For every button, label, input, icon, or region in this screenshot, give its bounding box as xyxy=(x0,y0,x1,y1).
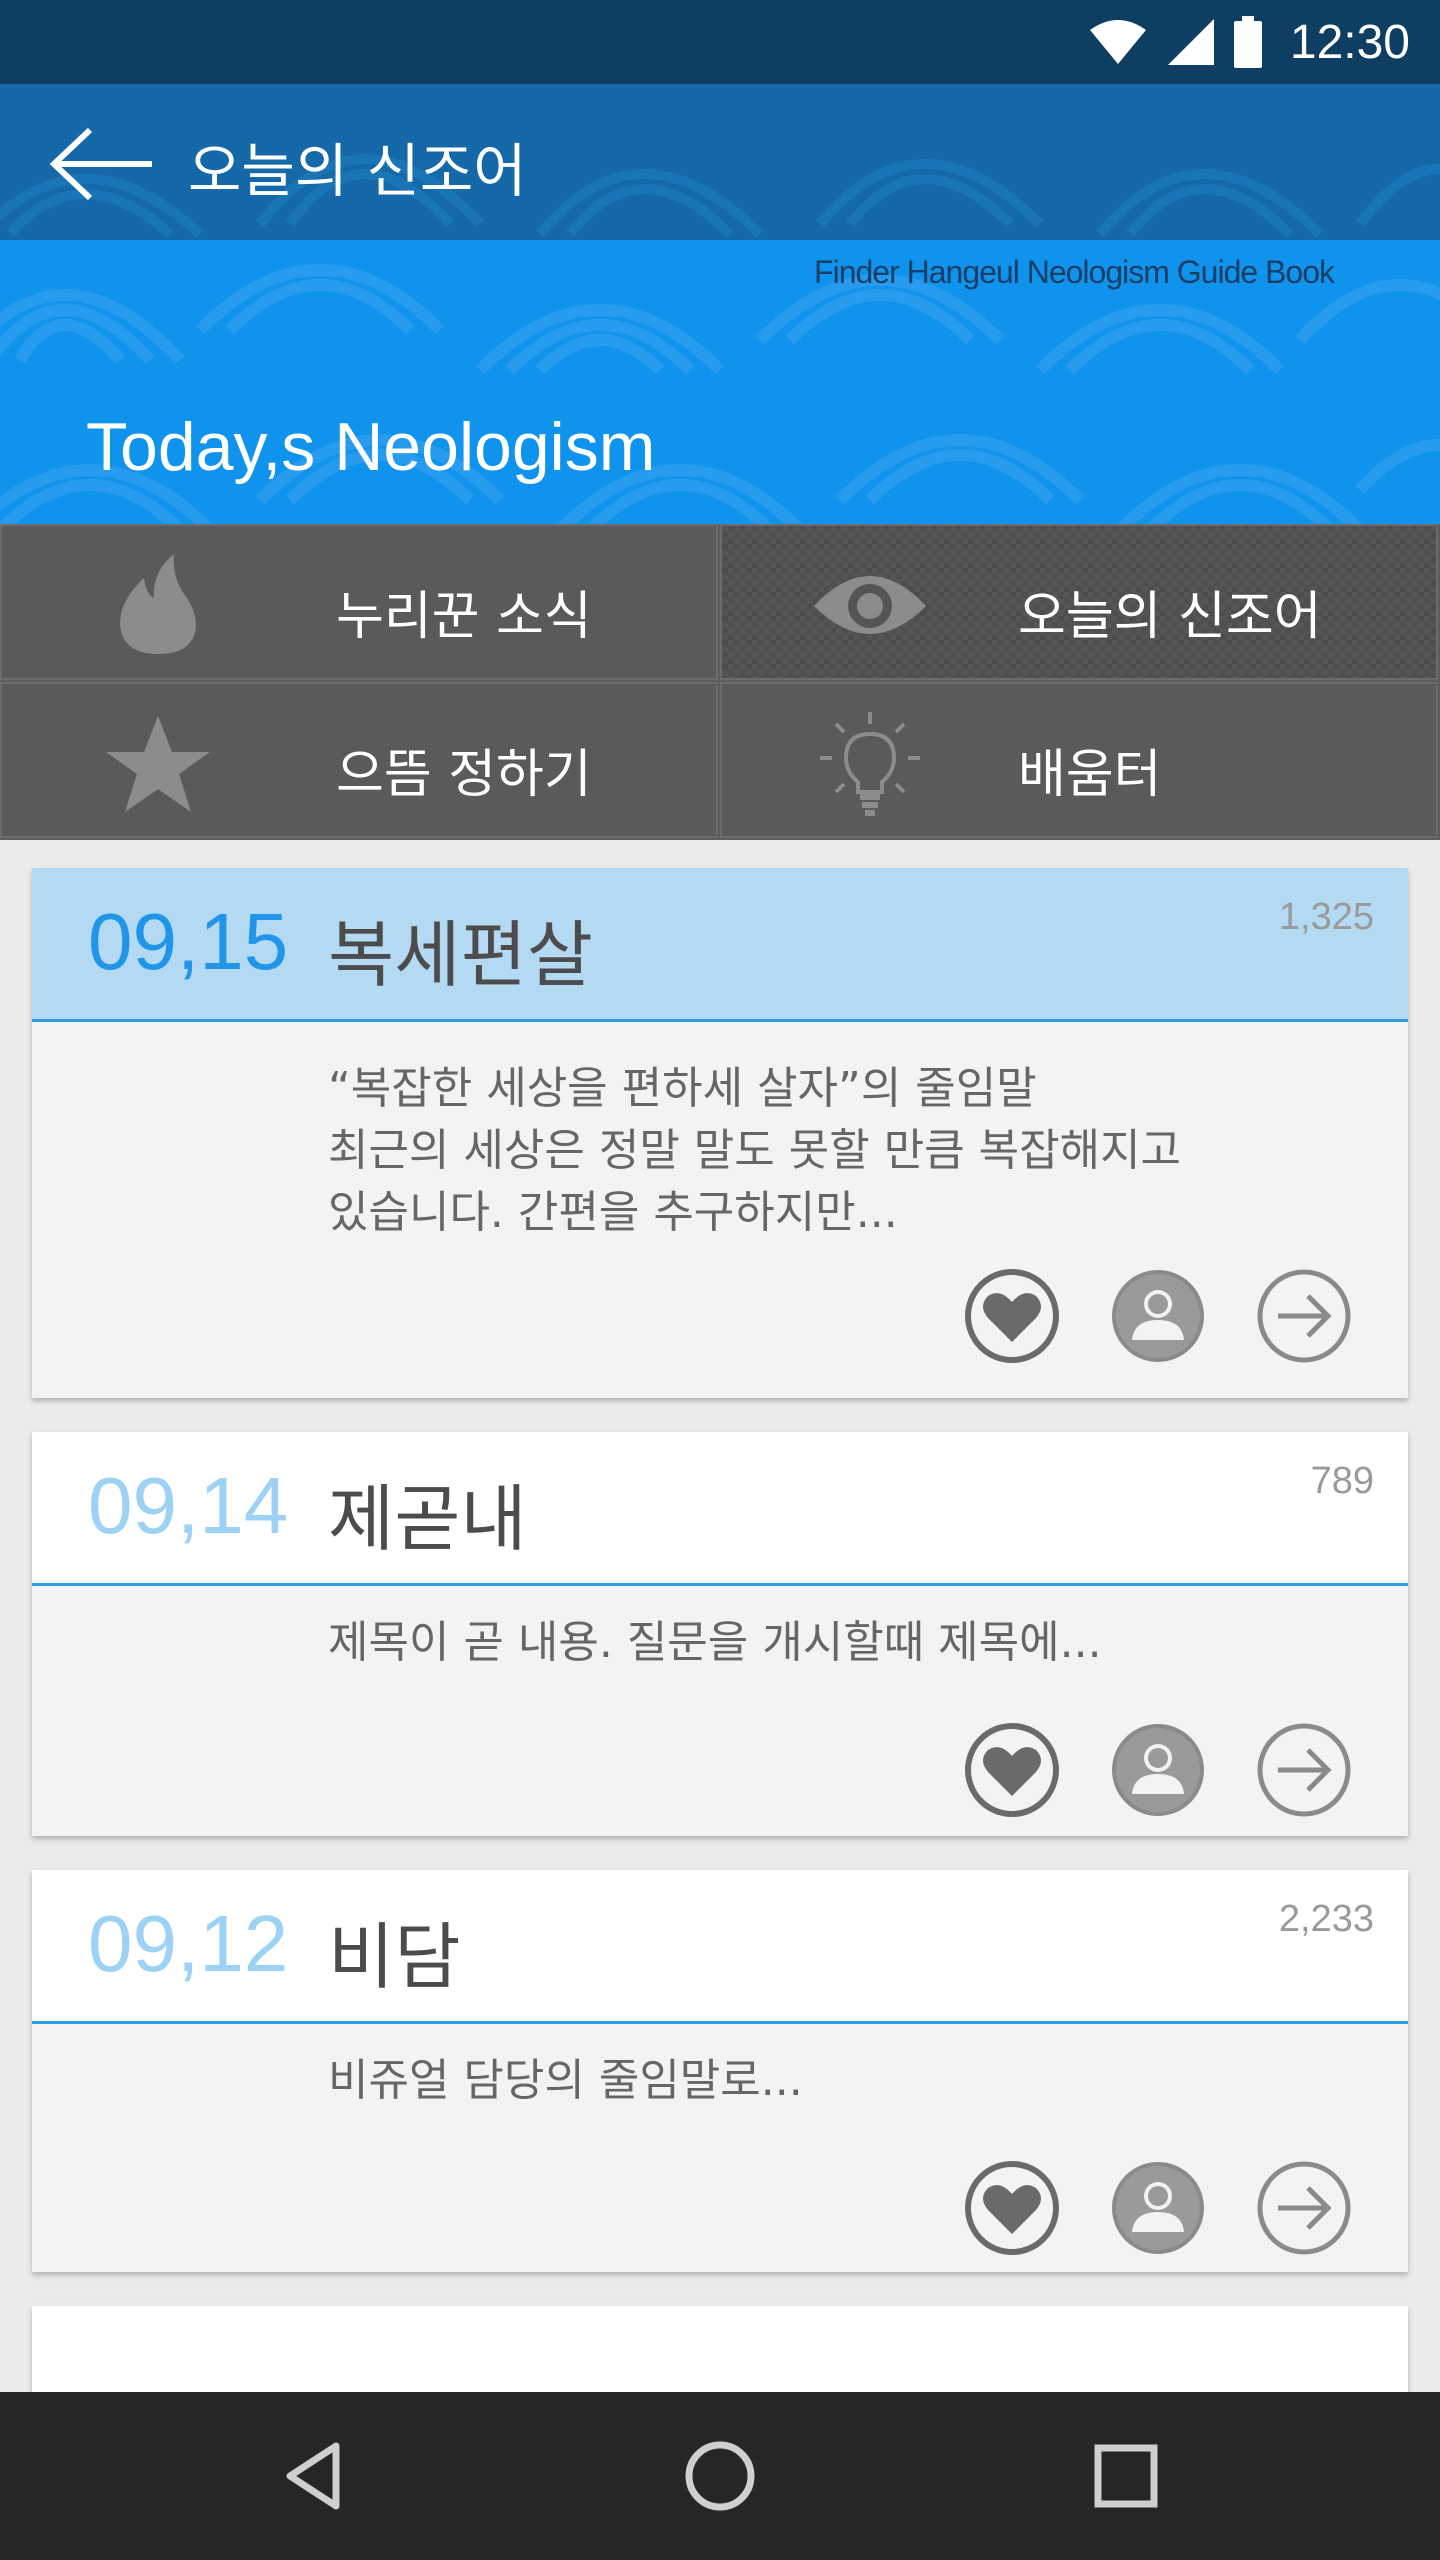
card-actions xyxy=(964,2160,1352,2256)
menu-label: 누리꾼 소식 xyxy=(336,587,592,647)
neologism-card[interactable]: 09,15 복세편살 1,325 “복잡한 세상을 편하세 살자”의 줄임말 최… xyxy=(32,868,1408,1398)
description-line: 제목이 곧 내용. 질문을 개시할때 제목에... xyxy=(328,1617,1102,1668)
heart-icon[interactable] xyxy=(964,2160,1060,2256)
menu-item-pick-best[interactable]: 으뜸 정하기 xyxy=(0,682,718,838)
banner: Finder Hangeul Neologism Guide Book Toda… xyxy=(0,240,1440,524)
banner-subtitle: Finder Hangeul Neologism Guide Book xyxy=(814,254,1335,290)
view-count: 1,325 xyxy=(1278,896,1374,938)
wifi-icon xyxy=(1089,20,1146,64)
description-line: 최근의 세상은 정말 말도 못할 만큼 복잡해지고 xyxy=(328,1125,1182,1176)
arrow-right-icon[interactable] xyxy=(1256,1268,1352,1364)
card-description: 제목이 곧 내용. 질문을 개시할때 제목에... xyxy=(328,1612,1102,1674)
card-word: 비담 xyxy=(328,1915,461,1999)
user-icon[interactable] xyxy=(1110,2160,1206,2256)
card-date: 09,12 xyxy=(88,1899,289,1988)
user-icon[interactable] xyxy=(1110,1268,1206,1364)
card-description: 비쥬얼 담당의 줄임말로... xyxy=(328,2050,803,2112)
category-menu: 누리꾼 소식 오늘의 신조어 으뜸 정하기 배움터 xyxy=(0,524,1440,840)
view-count: 2,233 xyxy=(1278,1898,1374,1940)
system-nav-bar xyxy=(0,2392,1440,2560)
nav-home-icon[interactable] xyxy=(680,2436,760,2516)
star-icon xyxy=(106,716,210,812)
card-header: 09,12 비담 2,233 xyxy=(32,1870,1408,2024)
card-actions xyxy=(964,1268,1352,1364)
menu-item-today-neologism[interactable]: 오늘의 신조어 xyxy=(720,524,1438,680)
card-actions xyxy=(964,1722,1352,1818)
neologism-card[interactable]: 09,14 제곧내 789 제목이 곧 내용. 질문을 개시할때 제목에... xyxy=(32,1432,1408,1836)
clock: 12:30 xyxy=(1289,15,1410,69)
card-header: 09,14 제곧내 789 xyxy=(32,1432,1408,1586)
card-date: 09,15 xyxy=(88,897,289,986)
user-icon[interactable] xyxy=(1110,1722,1206,1818)
nav-back-icon[interactable] xyxy=(276,2436,356,2516)
heart-icon[interactable] xyxy=(964,1268,1060,1364)
lightbulb-icon xyxy=(820,712,920,816)
menu-item-netizen-news[interactable]: 누리꾼 소식 xyxy=(0,524,718,680)
heart-icon[interactable] xyxy=(964,1722,1060,1818)
card-word: 복세편살 xyxy=(328,913,593,997)
menu-label: 배움터 xyxy=(1018,745,1162,805)
flame-icon xyxy=(120,554,196,654)
description-line: 비쥬얼 담당의 줄임말로... xyxy=(328,2055,803,2106)
view-count: 789 xyxy=(1310,1460,1374,1502)
nav-recents-icon[interactable] xyxy=(1086,2436,1166,2516)
card-date: 09,14 xyxy=(88,1461,289,1550)
eye-icon xyxy=(814,576,926,634)
app-screen: 12:30 오늘의 신조어 Finder Hangeul Neologism G… xyxy=(0,0,1440,2560)
card-header: 09,15 복세편살 1,325 xyxy=(32,868,1408,1022)
banner-headline: Today,s Neologism xyxy=(86,409,656,485)
menu-label: 오늘의 신조어 xyxy=(1018,587,1322,647)
menu-label: 으뜸 정하기 xyxy=(336,745,592,805)
back-arrow-icon[interactable] xyxy=(46,124,158,204)
neologism-card[interactable]: 09,12 비담 2,233 비쥬얼 담당의 줄임말로... xyxy=(32,1870,1408,2272)
menu-item-learning-place[interactable]: 배움터 xyxy=(720,682,1438,838)
arrow-right-icon[interactable] xyxy=(1256,2160,1352,2256)
arrow-right-icon[interactable] xyxy=(1256,1722,1352,1818)
battery-icon xyxy=(1233,16,1262,68)
status-bar: 12:30 xyxy=(0,0,1440,84)
cell-signal-icon xyxy=(1167,19,1214,65)
description-line: 있습니다. 간편을 추구하지만... xyxy=(328,1187,898,1238)
toolbar-title: 오늘의 신조어 xyxy=(188,137,527,205)
card-description: “복잡한 세상을 편하세 살자”의 줄임말 최근의 세상은 정말 말도 못할 만… xyxy=(328,1058,1181,1244)
description-line: “복잡한 세상을 편하세 살자”의 줄임말 xyxy=(328,1063,1037,1114)
card-word: 제곧내 xyxy=(328,1477,527,1561)
app-toolbar: 오늘의 신조어 xyxy=(0,84,1440,240)
